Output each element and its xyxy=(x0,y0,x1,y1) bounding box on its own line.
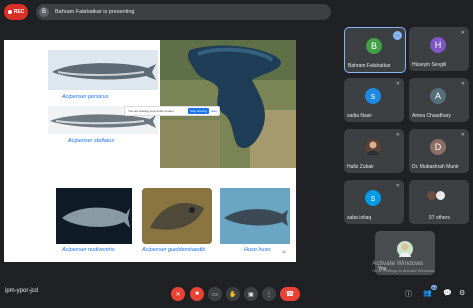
slide-page-number: 11 xyxy=(281,249,286,254)
hide-button[interactable]: Hide xyxy=(211,109,217,113)
mini-avatar xyxy=(436,191,445,200)
participant-tile[interactable]: s ✕ sadia Nasir xyxy=(344,78,404,122)
mic-toggle-button[interactable]: ✕ xyxy=(171,287,185,301)
participant-name: sadia Nasir xyxy=(347,113,373,119)
more-vert-icon: ⋮ xyxy=(266,291,272,298)
participant-name: Amna Chaudhary xyxy=(412,113,451,119)
hand-icon: ✋ xyxy=(229,291,237,298)
fish-photo-nudiventris xyxy=(56,188,132,244)
avatar: D xyxy=(430,139,446,155)
sturgeon-photo-icon xyxy=(220,188,290,244)
avatar: s xyxy=(365,190,381,206)
record-dot-icon xyxy=(7,10,12,14)
sturgeon-photo-icon xyxy=(56,188,132,244)
mini-avatar xyxy=(427,191,436,200)
caspian-satellite-map xyxy=(160,40,296,168)
screen-share-notice: You are sharing your entire screen. Stop… xyxy=(124,106,220,116)
leave-call-button[interactable]: ☎ xyxy=(280,287,300,301)
chat-icon: 💬 xyxy=(443,290,452,297)
raise-hand-button[interactable]: ✋ xyxy=(226,287,240,301)
mic-off-icon: ✕ xyxy=(395,81,400,87)
info-icon: ⓘ xyxy=(405,291,412,298)
caption-persicus: Acipenser persicus xyxy=(62,94,109,100)
phone-hangup-icon: ☎ xyxy=(285,291,295,298)
activities-button[interactable]: ⚙ xyxy=(459,289,465,297)
camera-off-icon: ■ xyxy=(195,291,199,297)
meeting-info-button[interactable]: ⓘ xyxy=(405,289,412,299)
people-button[interactable]: 👥 xyxy=(423,289,432,297)
more-options-icon[interactable]: ⋯ xyxy=(393,31,402,40)
more-options-button[interactable]: ⋮ xyxy=(262,287,276,301)
self-avatar-photo xyxy=(397,241,413,257)
avatar: H xyxy=(430,37,446,53)
map-image-icon xyxy=(160,40,296,168)
avatar-photo xyxy=(365,139,381,155)
recording-indicator: REC xyxy=(4,4,28,20)
presenting-banner: B Bahram Falahatkar is presenting xyxy=(36,4,331,20)
share-notice-text: You are sharing your entire screen. xyxy=(128,109,175,113)
windows-activation-title: Activate Windows xyxy=(372,260,424,267)
activities-icon: ⚙ xyxy=(459,290,466,297)
caption-huso: Huso huso xyxy=(244,247,271,253)
mic-off-icon: ✕ xyxy=(395,183,400,189)
mic-off-icon: ✕ xyxy=(395,132,400,138)
avatar: B xyxy=(366,38,382,54)
fish-photo-gueldenstaedtii xyxy=(142,188,212,244)
people-count-badge: 64 xyxy=(431,285,438,290)
mic-off-icon: ✕ xyxy=(460,30,465,36)
avatar: A xyxy=(430,88,446,104)
chat-button[interactable]: 💬 xyxy=(443,289,452,297)
participant-tile[interactable]: H ✕ Hüseyin Sevgili xyxy=(409,27,469,71)
caption-nudiventris: Acipenser nudiventris xyxy=(62,247,115,253)
participant-name: Hafiz Zubair xyxy=(347,164,374,170)
meeting-code: ipm-ypor-jcd xyxy=(5,288,39,294)
participant-name: Bahram Falahatkar xyxy=(348,63,391,69)
presentation-slide: Acipenser persicus Acipenser stellatus Y… xyxy=(4,40,296,262)
participant-name: saba ishaq xyxy=(347,215,372,221)
participant-tile[interactable]: B ⋯ Bahram Falahatkar xyxy=(344,27,406,73)
others-tile[interactable]: 57 others xyxy=(409,180,469,224)
mic-off-icon: ✕ xyxy=(460,81,465,87)
participant-tile[interactable]: D ✕ Dr. Mubashrah Munir xyxy=(409,129,469,173)
presenting-text: Bahram Falahatkar is presenting xyxy=(55,9,135,15)
camera-toggle-button[interactable]: ■ xyxy=(190,287,204,301)
windows-activation-subtitle: Go to Settings to activate Windows. xyxy=(372,268,436,273)
stop-sharing-button[interactable]: Stop sharing xyxy=(187,108,209,114)
presenter-avatar: B xyxy=(39,7,49,17)
sturgeon-photo-icon xyxy=(142,188,212,244)
participant-name: Hüseyin Sevgili xyxy=(412,62,447,68)
top-bar: REC B Bahram Falahatkar is presenting xyxy=(0,0,473,24)
captions-button[interactable]: ▭ xyxy=(208,287,222,301)
participant-tile[interactable]: ✕ Hafiz Zubair xyxy=(344,129,404,173)
participant-name: Dr. Mubashrah Munir xyxy=(412,164,459,170)
person-photo-icon xyxy=(399,243,411,257)
present-screen-icon: ▣ xyxy=(248,291,254,298)
fish-photo-huso xyxy=(220,188,290,244)
captions-icon: ▭ xyxy=(212,291,218,298)
avatar: s xyxy=(365,88,381,104)
participant-tile[interactable]: A ✕ Amna Chaudhary xyxy=(409,78,469,122)
participant-tile[interactable]: s ✕ saba ishaq xyxy=(344,180,404,224)
recording-label: REC xyxy=(13,9,25,15)
call-controls-bar: ipm-ypor-jcd ✕ ■ ▭ ✋ ▣ ⋮ ☎ ⓘ 👥 64 💬 ⚙ xyxy=(0,280,473,308)
caption-gueldenstaedtii: Acipenser gueldenstaedtii xyxy=(142,247,205,253)
people-icon: 👥 xyxy=(423,290,432,297)
present-button[interactable]: ▣ xyxy=(244,287,258,301)
sturgeon-illustration-icon xyxy=(48,50,158,90)
caption-stellatus: Acipenser stellatus xyxy=(68,138,115,144)
person-photo-icon xyxy=(367,141,379,155)
others-count: 57 others xyxy=(429,215,450,221)
fish-image-persicus xyxy=(48,50,158,90)
mic-off-icon: ✕ xyxy=(175,291,181,298)
mic-off-icon: ✕ xyxy=(460,132,465,138)
